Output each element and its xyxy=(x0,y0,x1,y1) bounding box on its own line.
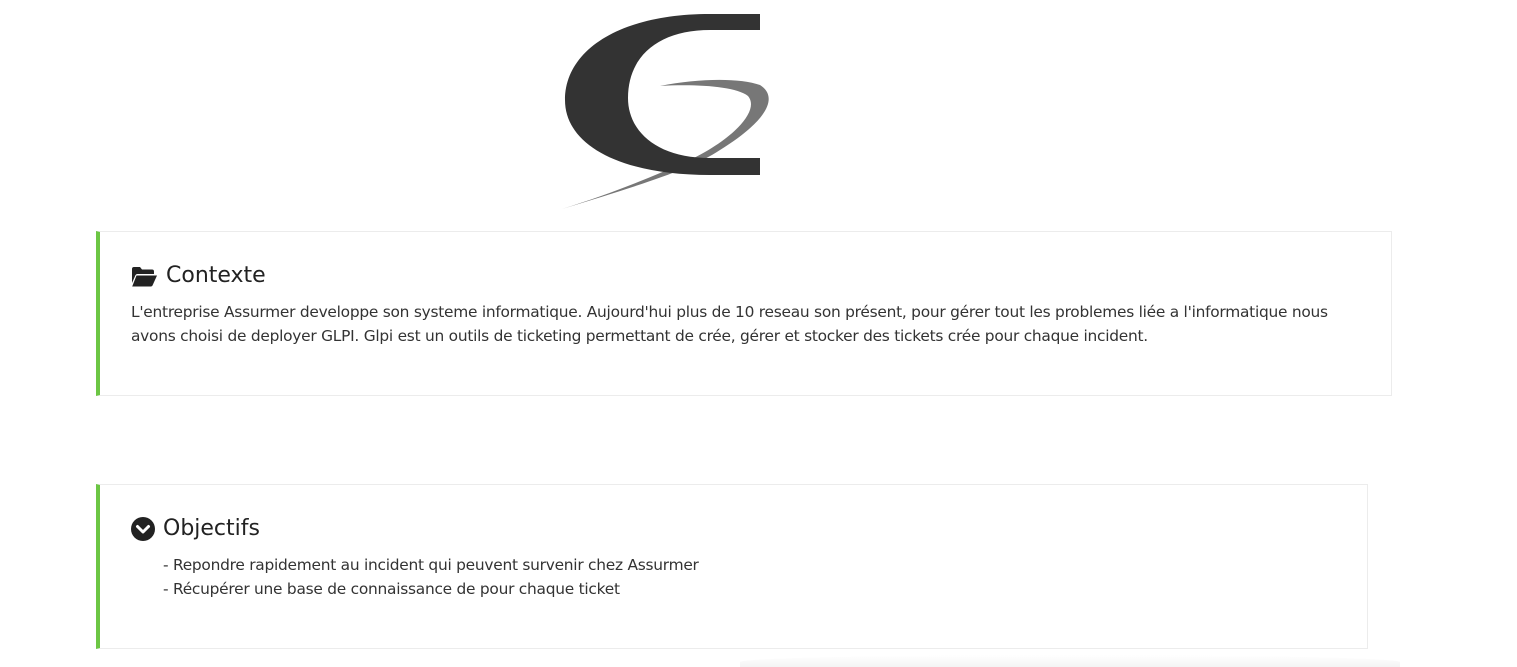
contexte-title: Contexte xyxy=(166,263,266,288)
objectif-item: - Repondre rapidement au incident qui pe… xyxy=(163,556,699,574)
contexte-heading: Contexte xyxy=(131,262,266,290)
objectif-item: - Récupérer une base de connaissance de … xyxy=(163,580,620,598)
glpi-logo-icon xyxy=(562,14,769,209)
bottom-shadow xyxy=(740,655,1400,667)
objectifs-title: Objectifs xyxy=(163,516,260,541)
objectifs-card: Objectifs - Repondre rapidement au incid… xyxy=(96,484,1368,649)
contexte-text: L'entreprise Assurmer developpe son syst… xyxy=(131,303,1328,345)
contexte-card: Contexte L'entreprise Assurmer developpe… xyxy=(96,231,1392,396)
folder-open-icon xyxy=(131,266,158,287)
objectifs-heading: Objectifs xyxy=(131,515,260,543)
objectifs-list: - Repondre rapidement au incident qui pe… xyxy=(163,553,699,601)
chevron-circle-down-icon xyxy=(131,517,155,541)
glpi-logo xyxy=(560,10,780,212)
